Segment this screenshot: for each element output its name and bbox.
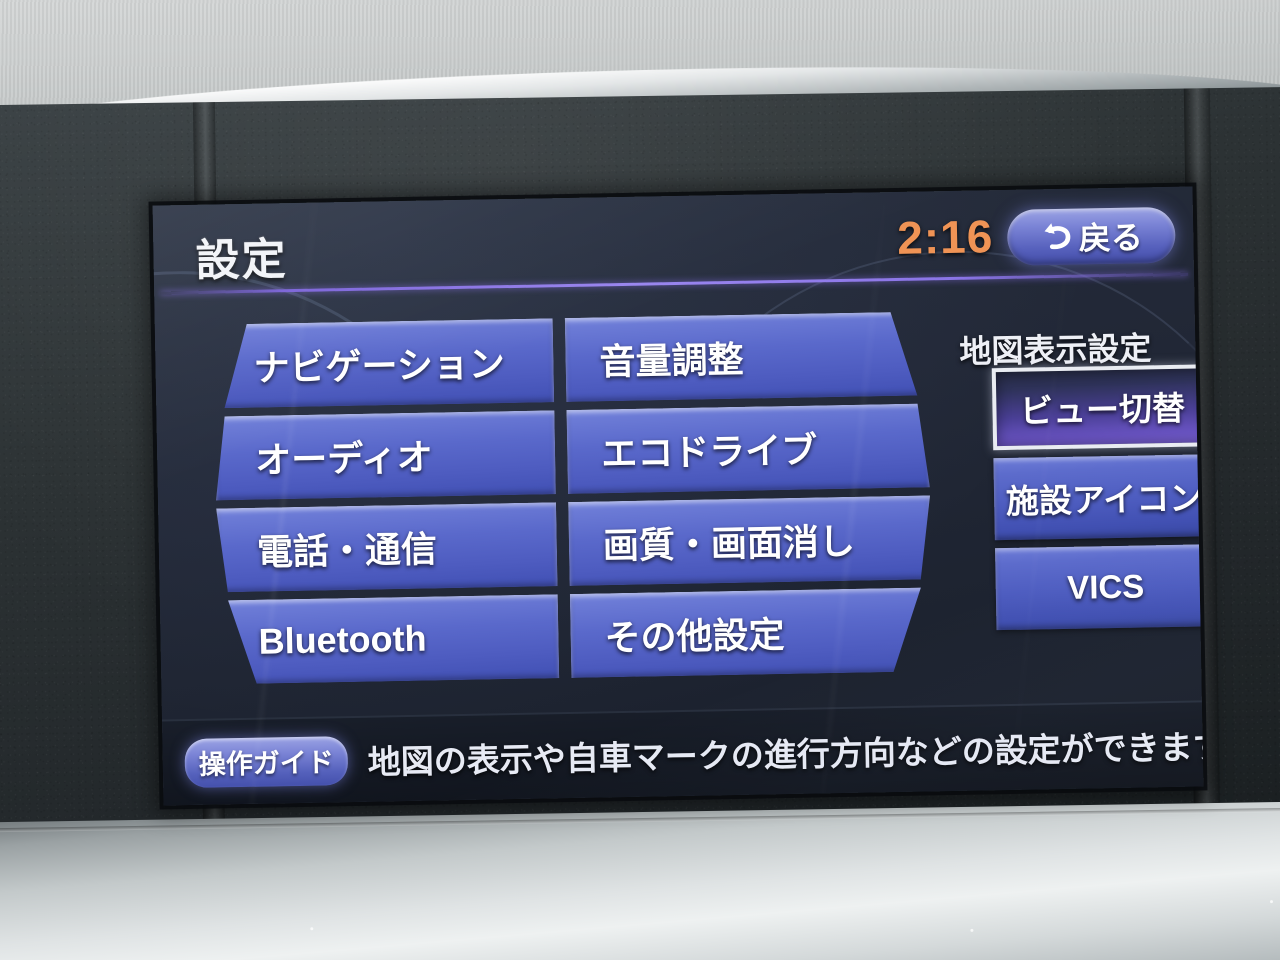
menu-button-label: Bluetooth: [258, 617, 427, 662]
undo-arrow-icon: [1045, 223, 1071, 250]
side-button-vics[interactable]: VICS: [995, 544, 1204, 631]
menu-button-label: 画質・画面消し: [602, 520, 856, 567]
menu-button-other-settings[interactable]: その他設定: [570, 587, 933, 678]
operation-guide-badge: 操作ガイド: [184, 735, 349, 788]
header-divider: [160, 272, 1189, 295]
side-button-facility-icons[interactable]: 施設アイコン: [993, 454, 1204, 541]
lower-console-trim: [0, 800, 1280, 960]
menu-button-bluetooth[interactable]: Bluetooth: [218, 594, 559, 684]
trim-speck: [1269, 900, 1274, 904]
menu-button-label: その他設定: [604, 614, 785, 659]
menu-button-label: ナビゲーション: [253, 343, 506, 389]
side-button-label: ビュー切替: [1019, 389, 1186, 430]
navigation-screen: 設定 2:16 戻る ナビゲーション オーディオ 電話・通信 Bluetooth…: [152, 186, 1204, 806]
map-display-settings-panel: 地図表示設定 ビュー切替 施設アイコン VICS: [954, 286, 1204, 631]
page-title: 設定: [195, 235, 289, 286]
menu-button-label: 音量調整: [599, 338, 744, 383]
operation-guide-text: 地図の表示や自車マークの進行方向などの設定ができます: [367, 728, 1204, 781]
menu-button-label: エコドライブ: [600, 429, 818, 475]
side-button-view-switch[interactable]: ビュー切替: [991, 364, 1204, 451]
menu-button-phone-communication[interactable]: 電話・通信: [216, 502, 557, 592]
menu-button-volume-adjust[interactable]: 音量調整: [565, 311, 928, 402]
menu-button-label: オーディオ: [254, 436, 434, 481]
car-dashboard: 設定 2:16 戻る ナビゲーション オーディオ 電話・通信 Bluetooth…: [0, 0, 1280, 960]
trim-speck: [970, 928, 974, 932]
side-button-label: 施設アイコン: [1005, 479, 1203, 520]
back-button-label: 戻る: [1078, 219, 1144, 257]
trim-speck: [310, 927, 314, 931]
menu-button-eco-drive[interactable]: エコドライブ: [566, 403, 929, 494]
back-button[interactable]: 戻る: [1006, 206, 1176, 266]
menu-button-audio[interactable]: オーディオ: [214, 410, 555, 500]
screen-header: 設定 2:16 戻る: [153, 187, 1195, 302]
side-button-label: VICS: [1066, 567, 1145, 606]
clock-display: 2:16: [896, 210, 994, 264]
menu-button-image-quality-screen-off[interactable]: 画質・画面消し: [568, 495, 931, 586]
menu-button-label: 電話・通信: [256, 528, 438, 573]
menu-button-navigation[interactable]: ナビゲーション: [213, 318, 554, 408]
